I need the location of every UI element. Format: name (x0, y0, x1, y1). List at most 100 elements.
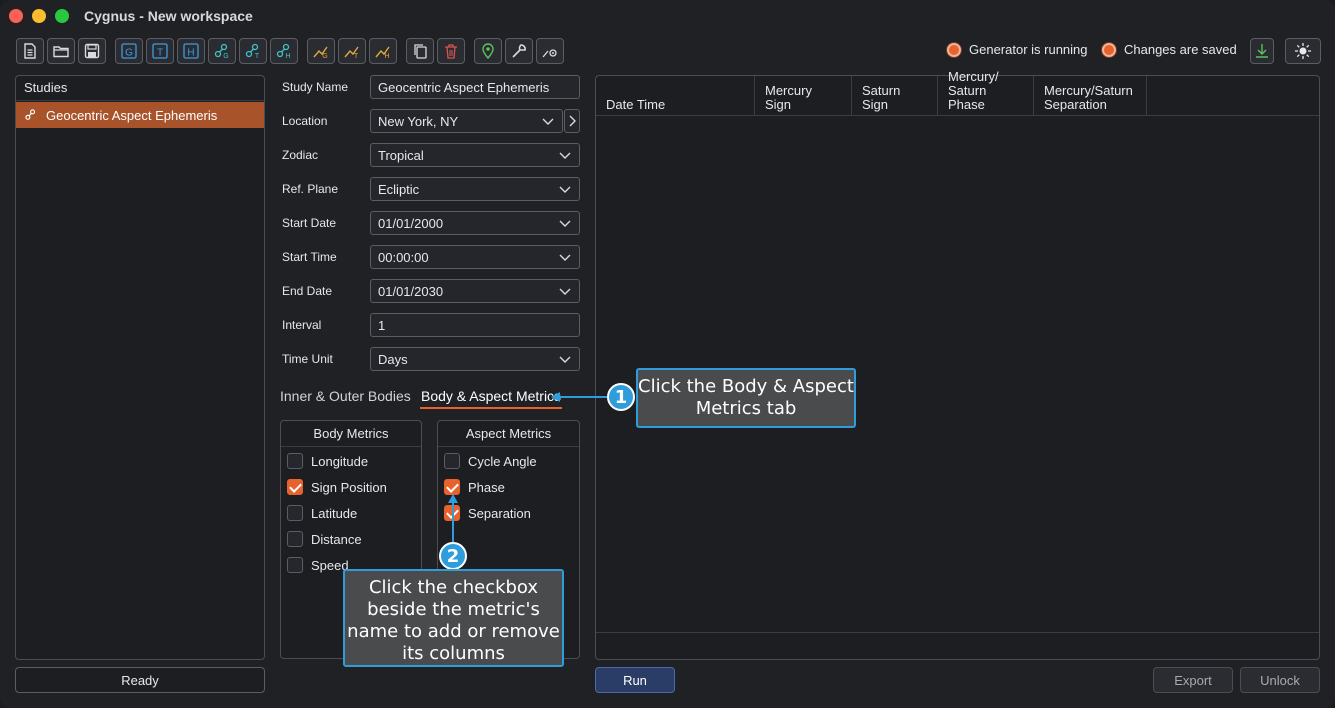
delete-button[interactable] (437, 38, 465, 64)
interval-input[interactable]: 1 (370, 313, 580, 337)
metric-label: Phase (468, 479, 505, 495)
zodiac-select[interactable]: Tropical (370, 143, 580, 167)
open-folder-icon (53, 46, 69, 58)
column-header-saturn-sign[interactable]: Saturn Sign (852, 76, 938, 116)
metric-longitude[interactable]: Longitude (287, 453, 368, 469)
study-settings-button[interactable] (536, 38, 564, 64)
ref-plane-label: Ref. Plane (282, 182, 339, 196)
metric-separation[interactable]: Separation (444, 505, 531, 521)
time-unit-value: Days (378, 351, 408, 367)
metric-distance[interactable]: Distance (287, 531, 362, 547)
metric-latitude[interactable]: Latitude (287, 505, 357, 521)
t-button[interactable]: T (146, 38, 174, 64)
minimize-window-button[interactable] (32, 9, 46, 23)
svg-text:T: T (157, 48, 163, 59)
settings-gear-icon (542, 49, 557, 58)
geocentric-study-button[interactable]: G (208, 38, 236, 64)
chevron-down-icon (542, 118, 554, 125)
study-name-input[interactable]: Geocentric Aspect Ephemeris (370, 75, 580, 99)
g-button[interactable]: G (115, 38, 143, 64)
callout-1-badge: 1 (607, 383, 635, 411)
chevron-down-icon (559, 220, 571, 227)
status-bar: Ready (15, 667, 265, 693)
window-title: Cygnus - New workspace (84, 8, 253, 24)
unlock-button[interactable]: Unlock (1240, 667, 1320, 693)
sign-position-checkbox[interactable] (287, 479, 303, 495)
latitude-checkbox[interactable] (287, 505, 303, 521)
study-h-icon: H (276, 43, 291, 60)
start-time-label: Start Time (282, 250, 337, 264)
chevron-down-icon (559, 288, 571, 295)
h-button[interactable]: H (177, 38, 205, 64)
start-date-picker[interactable]: 01/01/2000 (370, 211, 580, 235)
chart-g-icon: G (313, 46, 328, 60)
chart-h-button[interactable]: H (369, 38, 397, 64)
callout-1-pointer (556, 396, 608, 398)
callout-1: Click the Body & Aspect Metrics tab (636, 368, 856, 428)
zoom-window-button[interactable] (55, 9, 69, 23)
copy-button[interactable] (406, 38, 434, 64)
studies-header: Studies (16, 76, 264, 101)
metric-sign-position[interactable]: Sign Position (287, 479, 387, 495)
wrench-icon (512, 44, 526, 58)
new-file-button[interactable] (16, 38, 44, 64)
heliocentric-study-icon: T (245, 43, 260, 60)
tab-body-aspect-metrics[interactable]: Body & Aspect Metrics (421, 388, 561, 404)
helio-study-button[interactable]: H (270, 38, 298, 64)
tools-button[interactable] (505, 38, 533, 64)
chevron-down-icon (559, 356, 571, 363)
tab-inner-outer-bodies[interactable]: Inner & Outer Bodies (280, 388, 411, 404)
phase-checkbox[interactable] (444, 479, 460, 495)
column-header-mercury-saturn-phase[interactable]: Mercury/Saturn Phase (938, 70, 1034, 116)
study-list-item[interactable]: Geocentric Aspect Ephemeris (16, 102, 264, 128)
location-value: New York, NY (378, 113, 459, 129)
metric-cycle-angle[interactable]: Cycle Angle (444, 453, 537, 469)
download-button[interactable] (1250, 38, 1274, 64)
column-header-date-time[interactable]: Date Time (596, 76, 755, 116)
location-button[interactable] (474, 38, 502, 64)
cycle-angle-checkbox[interactable] (444, 453, 460, 469)
chevron-down-icon (559, 254, 571, 261)
h-icon: H (183, 43, 199, 59)
time-unit-select[interactable]: Days (370, 347, 580, 371)
longitude-checkbox[interactable] (287, 453, 303, 469)
close-window-button[interactable] (9, 9, 23, 23)
study-name-label: Study Name (282, 80, 349, 94)
metric-label: Latitude (311, 505, 358, 521)
save-icon (84, 43, 100, 59)
svg-text:G: G (223, 53, 228, 60)
speed-checkbox[interactable] (287, 557, 303, 573)
metric-phase[interactable]: Phase (444, 479, 505, 495)
svg-text:T: T (255, 53, 260, 60)
location-next-button[interactable] (564, 109, 580, 133)
save-button[interactable] (78, 38, 106, 64)
column-header-mercury-saturn-separation[interactable]: Mercury/Saturn Separation (1034, 76, 1147, 116)
column-header-line1: Mercury/ (948, 69, 999, 84)
export-button[interactable]: Export (1153, 667, 1233, 693)
metric-speed[interactable]: Speed (287, 557, 349, 573)
chevron-right-icon (569, 115, 576, 127)
metric-label: Separation (468, 505, 531, 521)
svg-text:H: H (187, 48, 194, 59)
distance-checkbox[interactable] (287, 531, 303, 547)
metric-label: Distance (311, 531, 362, 547)
download-icon (1256, 44, 1268, 58)
end-date-picker[interactable]: 01/01/2030 (370, 279, 580, 303)
new-file-icon (24, 43, 36, 59)
column-header-line2: Date Time (606, 97, 666, 112)
chart-t-icon: T (344, 46, 359, 60)
transit-study-button[interactable]: T (239, 38, 267, 64)
chart-t-button[interactable]: T (338, 38, 366, 64)
interval-value: 1 (378, 317, 386, 333)
location-select[interactable]: New York, NY (370, 109, 563, 133)
ref-plane-select[interactable]: Ecliptic (370, 177, 580, 201)
open-button[interactable] (47, 38, 75, 64)
column-header-line2: Saturn Phase (948, 83, 987, 112)
generator-status-dot (947, 42, 961, 57)
delete-icon (445, 44, 457, 59)
run-button[interactable]: Run (595, 667, 675, 693)
start-time-picker[interactable]: 00:00:00 (370, 245, 580, 269)
column-header-mercury-sign[interactable]: Mercury Sign (755, 76, 852, 116)
chart-g-button[interactable]: G (307, 38, 335, 64)
theme-toggle-button[interactable] (1285, 38, 1321, 64)
